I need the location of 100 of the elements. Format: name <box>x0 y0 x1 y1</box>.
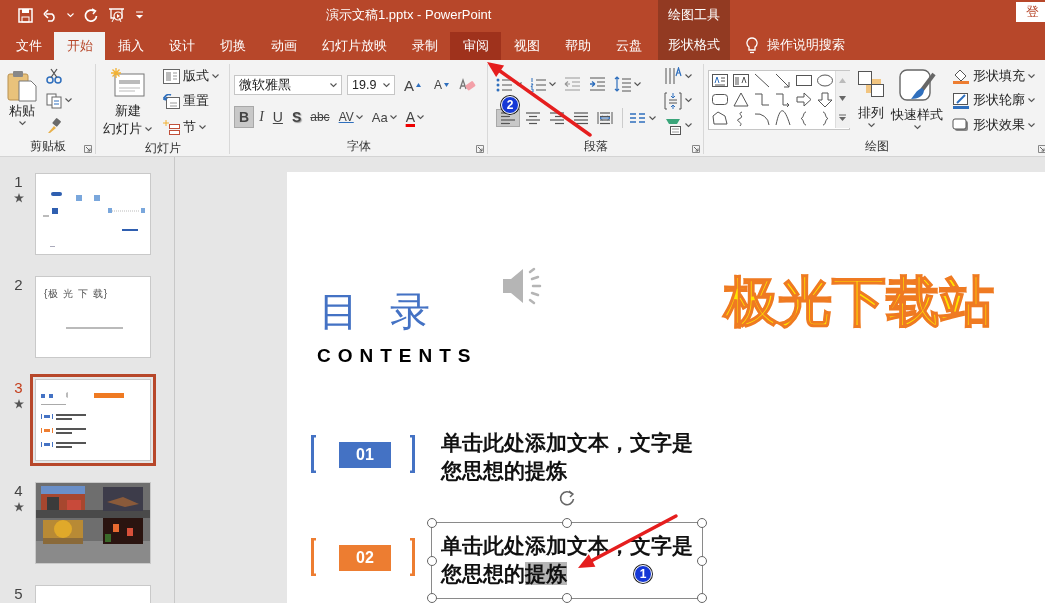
character-spacing-button[interactable]: AV <box>334 106 367 128</box>
sign-in-button[interactable]: 登 <box>1016 2 1045 22</box>
dialog-launcher-icon[interactable] <box>476 145 484 153</box>
scroll-down-icon[interactable] <box>839 96 846 101</box>
resize-handle[interactable] <box>427 555 437 566</box>
lightbulb-icon <box>746 36 758 54</box>
distribute-button[interactable] <box>594 110 616 126</box>
shrink-font-button[interactable]: A <box>430 74 454 96</box>
resize-handle[interactable] <box>697 518 707 528</box>
rotate-handle-icon[interactable] <box>558 489 576 507</box>
line-icon[interactable] <box>752 72 771 89</box>
caret-icon <box>389 114 397 120</box>
shape-option-button[interactable]: 形状填充 <box>950 66 1037 86</box>
slide-thumbnail[interactable] <box>35 482 151 564</box>
search-hint[interactable]: 操作说明搜索 <box>767 36 845 54</box>
ribbon-tab[interactable]: 文件 <box>3 32 54 60</box>
caret-icon <box>18 121 26 126</box>
ribbon-tab[interactable]: 切换 <box>207 32 258 60</box>
ribbon-tab[interactable]: 开始 <box>54 32 105 60</box>
copy-icon[interactable] <box>46 93 62 109</box>
ribbon-tab[interactable]: 设计 <box>156 32 207 60</box>
rounded-rectangle-icon[interactable] <box>710 91 729 108</box>
resize-handle[interactable] <box>427 593 437 603</box>
arc-icon[interactable] <box>752 110 771 127</box>
arrow-line-icon[interactable] <box>773 72 792 89</box>
triangle-icon[interactable] <box>731 91 750 108</box>
quick-styles-button[interactable]: 快速样式 <box>888 64 946 138</box>
ribbon-tab[interactable]: 录制 <box>399 32 450 60</box>
paste-button[interactable]: 粘贴 <box>4 64 40 138</box>
new-slide-button[interactable]: 新建 幻灯片 <box>100 64 155 140</box>
ribbon-tab[interactable]: 动画 <box>258 32 309 60</box>
grow-font-button[interactable]: A <box>400 74 425 96</box>
caret-icon <box>65 98 72 104</box>
redo-icon[interactable] <box>84 8 98 22</box>
down-arrow-icon[interactable] <box>815 91 834 108</box>
ribbon-tab[interactable]: 插入 <box>105 32 156 60</box>
strikethrough-button[interactable]: abc <box>306 106 334 128</box>
slide-option-button[interactable]: 重置 <box>161 92 211 112</box>
vertical-text-box-icon[interactable] <box>731 72 750 89</box>
line-spacing-icon[interactable] <box>614 76 631 92</box>
shadow-button[interactable]: S <box>287 106 306 128</box>
ribbon-tab[interactable]: 视图 <box>501 32 552 60</box>
slide-option-button[interactable]: 节 <box>161 117 208 137</box>
text-box-icon[interactable] <box>710 72 729 89</box>
columns-icon[interactable] <box>629 111 646 125</box>
cut-icon[interactable] <box>46 68 62 85</box>
tool-group-label: 绘图工具 <box>658 0 730 30</box>
slide-thumbnail[interactable] <box>35 173 151 255</box>
italic-button[interactable]: I <box>255 106 268 128</box>
numbering-icon[interactable] <box>530 76 546 92</box>
dialog-launcher-icon[interactable] <box>1038 145 1045 153</box>
slide-option-button[interactable]: 版式 <box>161 67 221 87</box>
more-icon[interactable] <box>839 114 846 122</box>
change-case-button[interactable]: Aa <box>367 106 401 128</box>
ribbon-tab[interactable]: 审阅 <box>450 32 501 60</box>
dialog-launcher-icon[interactable] <box>692 145 700 153</box>
resize-handle[interactable] <box>697 593 707 603</box>
clear-formatting-icon[interactable] <box>458 77 477 93</box>
font-size-field[interactable]: 19.9 <box>347 75 395 95</box>
arrange-button[interactable]: 排列 <box>854 64 888 138</box>
slide-number: 2 <box>14 276 23 293</box>
bullets-icon[interactable] <box>496 76 512 92</box>
slideshow-icon[interactable] <box>108 7 125 23</box>
right-arrow-icon[interactable] <box>794 91 813 108</box>
clipboard-icon <box>7 70 37 102</box>
font-name-field[interactable]: 微软雅黑 <box>234 75 342 95</box>
shape-option-button[interactable]: 形状效果 <box>950 116 1037 136</box>
caret-icon <box>67 12 74 18</box>
divider-line-icon <box>66 327 123 329</box>
star-icon <box>13 399 24 409</box>
font-color-button[interactable]: A <box>401 106 428 128</box>
oval-icon[interactable] <box>815 72 834 89</box>
freeform-icon[interactable] <box>710 110 729 127</box>
smartart-icon[interactable] <box>664 116 682 135</box>
undo-icon[interactable] <box>43 8 57 22</box>
align-text-icon[interactable] <box>664 92 682 110</box>
resize-handle[interactable] <box>697 555 707 566</box>
resize-handle[interactable] <box>562 593 572 603</box>
ribbon-tab[interactable]: 帮助 <box>552 32 603 60</box>
customize-icon[interactable] <box>135 11 144 19</box>
rectangle-icon[interactable] <box>794 72 813 89</box>
resize-handle[interactable] <box>427 518 437 528</box>
shape-option-button[interactable]: 形状轮廓 <box>950 91 1037 111</box>
dialog-launcher-icon[interactable] <box>84 145 92 153</box>
curve-icon[interactable] <box>773 110 792 127</box>
ribbon-tab[interactable]: 云盘 <box>603 32 654 60</box>
align-right-icon <box>549 111 565 125</box>
bold-button[interactable]: B <box>234 106 255 128</box>
format-painter-icon[interactable] <box>46 117 62 134</box>
ribbon-tab[interactable]: 形状格式 <box>658 30 730 60</box>
slide-thumbnail[interactable]: {极 光 下 载} <box>35 276 151 358</box>
ribbon-tab[interactable]: 幻灯片放映 <box>309 32 399 60</box>
save-icon[interactable] <box>18 7 33 23</box>
text-direction-icon[interactable] <box>664 67 682 86</box>
caret-icon <box>913 125 921 130</box>
section-text: 单击此处添加文本，文字是 您思想的提炼 <box>441 430 693 484</box>
underline-button[interactable]: U <box>268 106 287 128</box>
caret-icon <box>649 115 656 121</box>
increase-indent-icon[interactable] <box>589 77 606 91</box>
resize-handle[interactable] <box>562 518 572 528</box>
